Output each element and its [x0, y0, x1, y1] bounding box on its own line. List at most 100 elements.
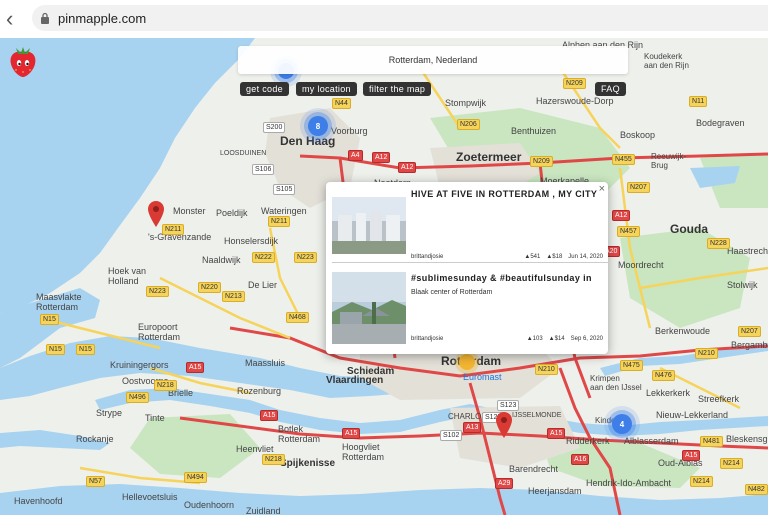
- road-shield: S102: [440, 430, 463, 441]
- town-label: Honselersdijk: [224, 236, 279, 246]
- map-cluster-marker[interactable]: 4: [612, 414, 632, 434]
- post-meta: brittandjosie ▲541 ▲$18 Jun 14, 2020: [411, 254, 603, 260]
- town-label: Hoogvliet Rotterdam: [342, 442, 385, 462]
- town-label: Stolwijk: [727, 280, 758, 290]
- post-payout: ▲$18: [546, 254, 563, 260]
- road-shield: N228: [707, 238, 730, 249]
- pinmapple-logo-icon[interactable]: [8, 44, 38, 78]
- town-label: Boskoop: [620, 130, 656, 140]
- post-author[interactable]: brittandjosie: [411, 336, 521, 342]
- city-label: Vlaardingen: [326, 375, 384, 386]
- town-label: Bergambacht: [731, 340, 768, 350]
- faq-button[interactable]: FAQ: [595, 82, 626, 96]
- road-shield: N218: [262, 454, 285, 465]
- road-shield: N209: [563, 78, 586, 89]
- road-shield: A29: [495, 478, 514, 489]
- map-pin-icon[interactable]: [496, 412, 512, 438]
- town-label: Heerjansdam: [528, 486, 582, 496]
- post-author[interactable]: brittandjosie: [411, 254, 518, 260]
- road-shield: S105: [273, 184, 296, 195]
- town-label: Moordrecht: [618, 260, 664, 270]
- road-shield: N207: [738, 326, 761, 337]
- town-label: Krimpen aan den IJssel: [590, 374, 642, 392]
- town-label: Hellevoetsluis: [122, 492, 178, 502]
- town-label: Strype: [96, 408, 123, 418]
- road-shield: N482: [745, 484, 768, 495]
- road-shield: N209: [530, 156, 553, 167]
- road-shield: N15: [40, 314, 59, 325]
- location-search-input[interactable]: Rotterdam, Nederland: [238, 46, 628, 74]
- road-shield: N206: [457, 119, 480, 130]
- town-label: Wateringen: [261, 206, 307, 216]
- town-label: Heenvliet: [236, 444, 274, 454]
- post-thumbnail[interactable]: [332, 197, 406, 254]
- get-code-button[interactable]: get code: [240, 82, 289, 96]
- road-shield: A15: [547, 428, 566, 439]
- post-title[interactable]: #sublimesunday & #beautifulsunday in: [411, 273, 592, 283]
- my-location-button[interactable]: my location: [296, 82, 357, 96]
- town-label: Rozenburg: [237, 386, 282, 396]
- town-label: Stompwijk: [445, 98, 487, 108]
- town-label: Berkenwoude: [655, 326, 711, 336]
- post-votes: ▲103: [526, 336, 543, 342]
- town-label: Euromast: [463, 372, 502, 382]
- town-label: Barendrecht: [509, 464, 559, 474]
- town-label: Hoek van Holland: [108, 266, 147, 286]
- road-shield: N213: [222, 291, 245, 302]
- town-label: Bodegraven: [696, 118, 745, 128]
- town-label: Havenhoofd: [14, 496, 63, 506]
- post-card[interactable]: HIVE AT FIVE IN ROTTERDAM , MY CITY brit…: [332, 188, 603, 264]
- road-shield: N475: [620, 360, 643, 371]
- map-cluster-marker[interactable]: 8: [308, 116, 328, 136]
- town-label: Tinte: [145, 413, 165, 423]
- road-shield: A15: [342, 428, 361, 439]
- road-shield: N468: [286, 312, 309, 323]
- town-label: Bleskensgraaf: [726, 434, 768, 444]
- town-label: Maassluis: [245, 358, 286, 368]
- chevron-left-icon[interactable]: ‹: [6, 6, 13, 32]
- road-shield: S200: [263, 122, 286, 133]
- city-label: Gouda: [670, 222, 708, 236]
- post-meta: brittandjosie ▲103 ▲$14 Sep 6, 2020: [411, 336, 603, 342]
- map-cluster-marker[interactable]: [459, 354, 475, 370]
- road-shield: N481: [700, 436, 723, 447]
- road-shield: N210: [535, 364, 558, 375]
- road-shield: A15: [682, 450, 701, 461]
- city-label: Zoetermeer: [456, 150, 522, 164]
- road-shield: N455: [612, 154, 635, 165]
- url-text: pinmapple.com: [58, 10, 147, 26]
- post-thumbnail[interactable]: [332, 272, 406, 344]
- address-bar[interactable]: pinmapple.com: [32, 5, 768, 31]
- road-shield: N207: [627, 182, 650, 193]
- town-label: Naaldwijk: [202, 255, 241, 265]
- popup-divider: [332, 262, 608, 263]
- post-payout: ▲$14: [548, 336, 565, 342]
- road-shield: S123: [497, 400, 520, 411]
- map-pin-icon[interactable]: [148, 201, 164, 227]
- filter-map-button[interactable]: filter the map: [363, 82, 432, 96]
- town-label: De Lier: [248, 280, 278, 290]
- road-shield: N211: [268, 216, 291, 227]
- post-title[interactable]: HIVE AT FIVE IN ROTTERDAM , MY CITY: [411, 189, 597, 199]
- post-votes: ▲541: [524, 254, 541, 260]
- post-date: Jun 14, 2020: [568, 254, 603, 260]
- road-shield: N496: [126, 392, 149, 403]
- road-shield: A13: [463, 422, 482, 433]
- road-shield: N214: [720, 458, 743, 469]
- road-shield: N44: [332, 98, 351, 109]
- town-label: Botlek Rotterdam: [278, 424, 321, 444]
- city-label: Spijkenisse: [280, 458, 336, 469]
- road-shield: A12: [612, 210, 631, 221]
- road-shield: N15: [46, 344, 65, 355]
- road-shield: N214: [690, 476, 713, 487]
- town-label: Europoort Rotterdam: [138, 322, 181, 342]
- town-label: Hazerswoude-Dorp: [536, 96, 614, 106]
- road-shield: A15: [260, 410, 279, 421]
- town-label: IJSSELMONDE: [512, 412, 562, 419]
- town-label: Voorburg: [331, 126, 368, 136]
- search-value: Rotterdam, Nederland: [388, 55, 478, 65]
- road-shield: N11: [689, 96, 708, 107]
- town-label: Alblasserdam: [624, 436, 679, 446]
- post-card[interactable]: #sublimesunday & #beautifulsunday in Bla…: [332, 270, 603, 350]
- road-shield: N476: [652, 370, 675, 381]
